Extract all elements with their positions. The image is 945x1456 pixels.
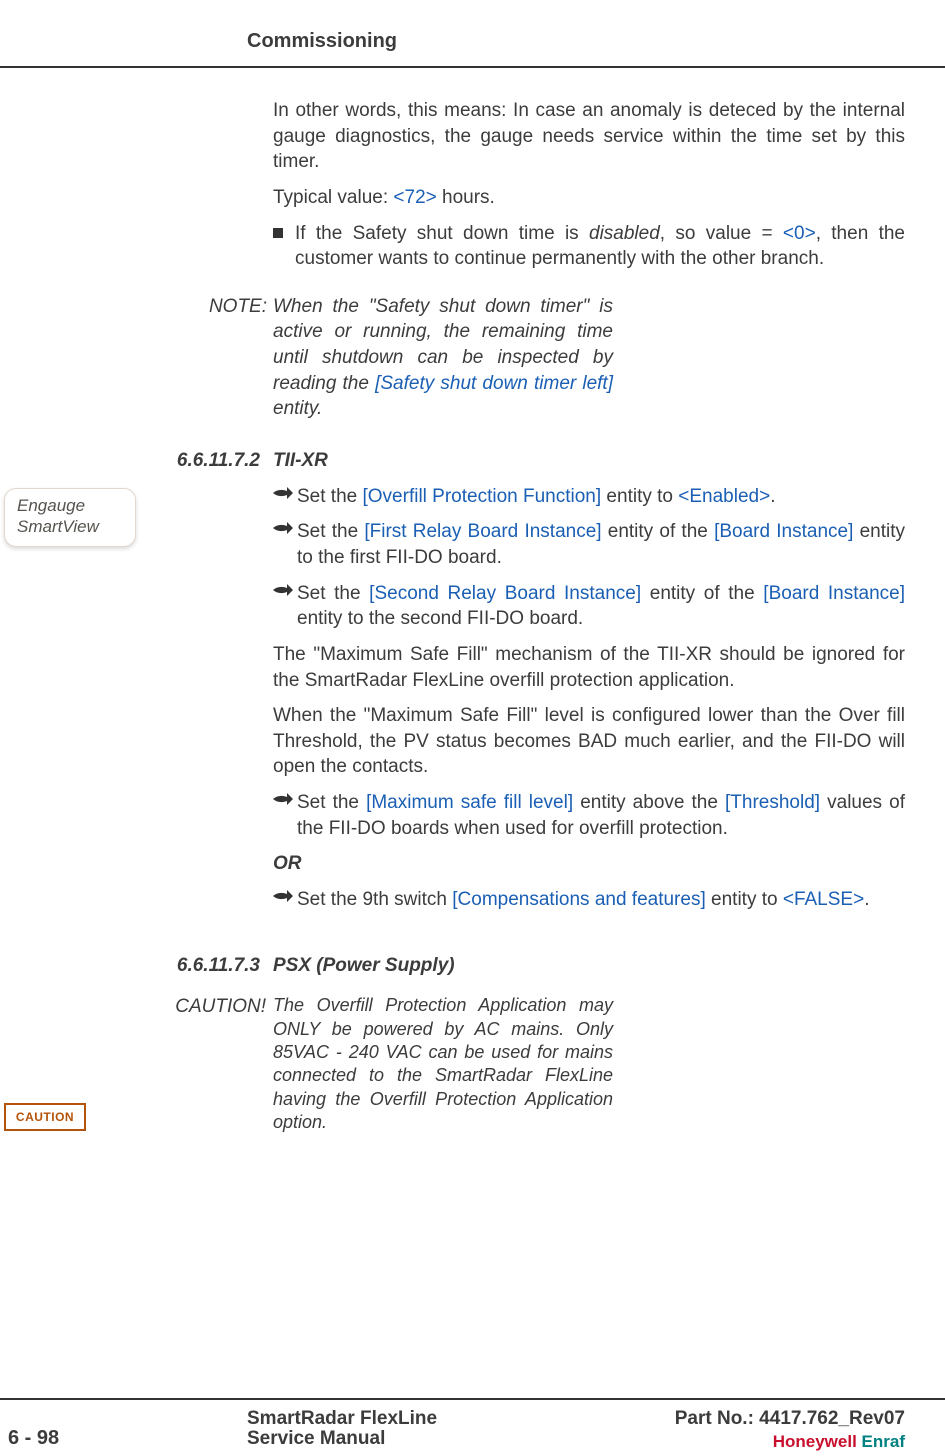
note-entity: [Safety shut down timer left] bbox=[375, 373, 613, 394]
section-2-title: PSX (Power Supply) bbox=[273, 953, 455, 979]
caution-label: CAUTION! bbox=[166, 994, 266, 1134]
header-bar: Commissioning bbox=[0, 30, 945, 68]
sec1-b1: Set the [Overfill Protection Function] e… bbox=[273, 484, 905, 510]
sec1-b2-text: Set the [First Relay Board Instance] ent… bbox=[297, 519, 905, 570]
widget-line2: SmartView bbox=[17, 516, 123, 537]
brand-honeywell: Honeywell bbox=[773, 1432, 857, 1451]
sec1-b5: Set the 9th switch [Compensations and fe… bbox=[273, 887, 905, 913]
intro-b-val: <0> bbox=[783, 223, 816, 244]
widget-inner: Engauge SmartView bbox=[5, 489, 135, 546]
footer-page-num: 6 - 98 bbox=[8, 1427, 59, 1450]
footer-partno: Part No.: 4417.762_Rev07 bbox=[675, 1408, 905, 1430]
t3: entity to the second FII-DO board. bbox=[297, 608, 583, 629]
intro-b-mid: , so value = bbox=[660, 223, 783, 244]
footer-title-1: SmartRadar FlexLine bbox=[247, 1408, 437, 1430]
intro-p2-pre: Typical value: bbox=[273, 187, 393, 208]
e: [Overfill Protection Function] bbox=[363, 486, 602, 507]
t: Set the bbox=[297, 583, 369, 604]
section-2-header: 6.6.11.7.3 PSX (Power Supply) bbox=[273, 953, 905, 979]
caution-block: CAUTION! The Overfill Protection Applica… bbox=[273, 994, 905, 1134]
pointer-icon bbox=[273, 889, 295, 913]
intro-b-pre: If the Safety shut down time is bbox=[295, 223, 589, 244]
sec1-b3: Set the [Second Relay Board Instance] en… bbox=[273, 581, 905, 632]
intro-b-em: disabled bbox=[589, 223, 660, 244]
e2: [Board Instance] bbox=[714, 521, 853, 542]
t3: . bbox=[864, 889, 869, 910]
footer-brand: Honeywell Enraf bbox=[773, 1432, 905, 1452]
intro-p1: In other words, this means: In case an a… bbox=[273, 98, 905, 175]
intro-p2-post: hours. bbox=[437, 187, 495, 208]
sec1-b3-text: Set the [Second Relay Board Instance] en… bbox=[297, 581, 905, 632]
t: Set the bbox=[297, 792, 366, 813]
square-bullet-icon bbox=[273, 228, 283, 238]
e2: <FALSE> bbox=[783, 889, 864, 910]
widget-line1: Engauge bbox=[17, 495, 123, 516]
t2: entity to bbox=[706, 889, 783, 910]
page: Commissioning Engauge SmartView CAUTION … bbox=[0, 0, 945, 1456]
section-2-num: 6.6.11.7.3 bbox=[158, 953, 260, 979]
intro-p2: Typical value: <72> hours. bbox=[273, 185, 905, 211]
caution-text: The Overfill Protection Application may … bbox=[273, 994, 613, 1134]
t2: entity of the bbox=[641, 583, 763, 604]
e2: [Board Instance] bbox=[763, 583, 905, 604]
intro-bullet-text: If the Safety shut down time is disabled… bbox=[295, 221, 905, 272]
section-1-num: 6.6.11.7.2 bbox=[158, 448, 260, 474]
intro-bullet: If the Safety shut down time is disabled… bbox=[273, 221, 905, 272]
sec1-b4: Set the [Maximum safe fill level] entity… bbox=[273, 790, 905, 841]
sec1-b5-text: Set the 9th switch [Compensations and fe… bbox=[297, 887, 869, 913]
brand-enraf: Enraf bbox=[857, 1432, 905, 1451]
footer-title-2: Service Manual bbox=[247, 1428, 385, 1450]
e: [Maximum safe fill level] bbox=[366, 792, 573, 813]
body-area: Engauge SmartView CAUTION In other words… bbox=[0, 98, 945, 1376]
sec1-b2: Set the [First Relay Board Instance] ent… bbox=[273, 519, 905, 570]
note-post: entity. bbox=[273, 398, 322, 419]
t2: entity to bbox=[601, 486, 678, 507]
footer: 6 - 98 SmartRadar FlexLine Service Manua… bbox=[0, 1398, 945, 1456]
pointer-icon bbox=[273, 792, 295, 841]
t2: entity of the bbox=[602, 521, 715, 542]
caution-badge-text: CAUTION bbox=[16, 1110, 74, 1124]
sec1-p1: The "Maximum Safe Fill" mechanism of the… bbox=[273, 642, 905, 693]
section-1-header: 6.6.11.7.2 TII-XR bbox=[273, 448, 905, 474]
note-label: NOTE: bbox=[199, 294, 267, 422]
engauge-smartview-widget: Engauge SmartView bbox=[4, 488, 136, 547]
header-title: Commissioning bbox=[247, 30, 397, 53]
pointer-icon bbox=[273, 583, 295, 632]
sec1-p2: When the "Maximum Safe Fill" level is co… bbox=[273, 703, 905, 780]
caution-badge: CAUTION bbox=[4, 1103, 86, 1131]
t2: entity above the bbox=[573, 792, 725, 813]
section-1-title: TII-XR bbox=[273, 448, 328, 474]
intro-p2-val: <72> bbox=[393, 187, 436, 208]
main-column: In other words, this means: In case an a… bbox=[273, 98, 905, 1135]
pointer-icon bbox=[273, 521, 295, 570]
e: [Compensations and features] bbox=[452, 889, 706, 910]
e: [Second Relay Board Instance] bbox=[369, 583, 641, 604]
e2: <Enabled> bbox=[678, 486, 770, 507]
note-text: When the "Safety shut down timer" is act… bbox=[273, 294, 613, 422]
pointer-icon bbox=[273, 486, 295, 510]
sec1-b1-text: Set the [Overfill Protection Function] e… bbox=[297, 484, 775, 510]
sec1-or: OR bbox=[273, 851, 905, 877]
sec1-b4-text: Set the [Maximum safe fill level] entity… bbox=[297, 790, 905, 841]
note-block: NOTE: When the "Safety shut down timer" … bbox=[273, 294, 905, 422]
e: [First Relay Board Instance] bbox=[364, 521, 601, 542]
e2: [Threshold] bbox=[725, 792, 820, 813]
t3: . bbox=[770, 486, 775, 507]
t: Set the bbox=[297, 521, 364, 542]
t: Set the bbox=[297, 486, 363, 507]
t: Set the 9th switch bbox=[297, 889, 452, 910]
